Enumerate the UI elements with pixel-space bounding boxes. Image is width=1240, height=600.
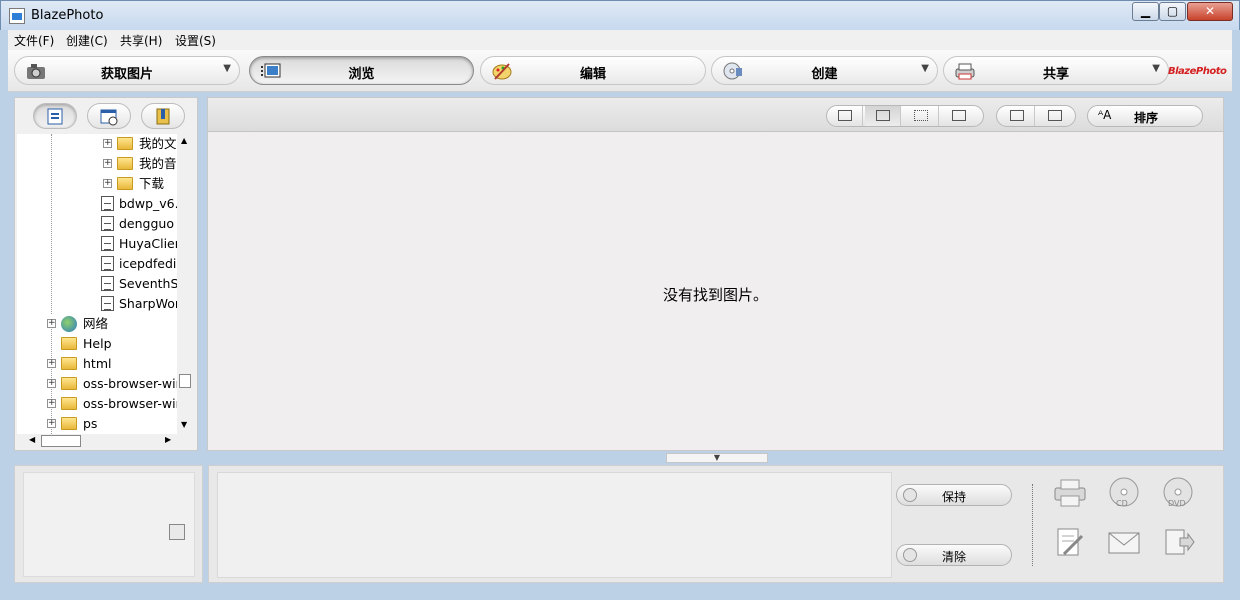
scroll-thumb[interactable]: [41, 435, 81, 447]
slideshow-group: [996, 105, 1076, 127]
edit-html-button[interactable]: [1052, 526, 1088, 560]
image-browser-panel: ᴬA 排序 没有找到图片。: [207, 97, 1224, 451]
empty-message: 没有找到图片。: [662, 286, 768, 304]
sort-button[interactable]: ᴬA 排序: [1087, 105, 1203, 127]
acquire-label: 获取图片: [100, 67, 153, 82]
cd-icon: CD: [1109, 477, 1139, 508]
slideshow-button[interactable]: [1037, 106, 1073, 126]
scroll-up-icon[interactable]: ▲: [181, 136, 187, 145]
scroll-thumb[interactable]: [179, 374, 191, 388]
share-button[interactable]: 共享 ▼: [943, 56, 1169, 85]
brand-logo: BlazePhoto: [1168, 66, 1227, 77]
tab-calendar[interactable]: [87, 103, 131, 129]
file-icon: [101, 276, 114, 291]
scroll-down-icon[interactable]: ▼: [181, 420, 187, 429]
divider: [1032, 484, 1033, 566]
network-icon: [61, 316, 77, 332]
printer-icon: [1054, 479, 1086, 507]
menu-bar: 文件(F) 创建(C) 共享(H) 设置(S): [8, 30, 1232, 50]
view-mode-group: [826, 105, 984, 127]
tab-bookmarks[interactable]: [141, 103, 185, 129]
view-small-thumbs-button[interactable]: [903, 106, 939, 126]
window-title: BlazePhoto: [31, 8, 104, 23]
clear-button[interactable]: 清除: [896, 544, 1012, 566]
burn-dvd-button[interactable]: DVD: [1160, 476, 1196, 510]
file-icon: [101, 236, 114, 251]
dvd-icon: DVD: [1163, 477, 1193, 508]
envelope-icon: [1108, 532, 1140, 554]
file-icon: [101, 216, 114, 231]
folder-icon: [61, 337, 77, 350]
slideshow-icon: [1048, 110, 1062, 121]
browse-button[interactable]: 浏览: [249, 56, 474, 85]
tree-horizontal-scrollbar[interactable]: ◀ ▶: [17, 434, 175, 449]
view-toolbar: ᴬA 排序: [208, 98, 1223, 132]
app-icon: [9, 8, 25, 24]
folders-icon: [47, 108, 63, 125]
filmstrip-button[interactable]: [999, 106, 1035, 126]
folder-icon: [117, 157, 133, 170]
main-toolbar: 获取图片 ▼ 浏览 编辑 创建 ▼ 共享 ▼: [8, 50, 1232, 92]
scroll-right-icon[interactable]: ▶: [165, 435, 171, 444]
image-tray-panel: 保持 清除 CD DVD: [208, 465, 1224, 583]
calendar-icon: [100, 109, 118, 126]
folder-icon: [61, 377, 77, 390]
edit-button[interactable]: 编辑: [480, 56, 706, 85]
folder-icon: [61, 357, 77, 370]
small-grid-icon: [914, 110, 928, 121]
folder-tree: + 我的文 + 我的音 + 下载 bdwp_v6. dengguo HuyaCl…: [17, 134, 177, 434]
minimize-button[interactable]: ▁: [1132, 2, 1159, 21]
share-label: 共享: [1042, 67, 1069, 82]
single-view-icon: [838, 110, 852, 121]
file-icon: [101, 296, 114, 311]
bookmark-icon: [156, 108, 170, 125]
svg-text:CD: CD: [1116, 499, 1128, 508]
chevron-down-icon: ▼: [1152, 63, 1160, 74]
create-label: 创建: [811, 67, 838, 82]
menu-settings[interactable]: 设置(S): [175, 32, 216, 49]
print-button[interactable]: [1052, 476, 1088, 510]
menu-create[interactable]: 创建(C): [66, 32, 108, 49]
large-grid-icon: [876, 110, 890, 121]
email-button[interactable]: [1106, 526, 1142, 560]
close-button[interactable]: ✕: [1187, 2, 1233, 21]
chevron-down-icon: ▼: [921, 63, 929, 74]
view-details-button[interactable]: [941, 106, 977, 126]
sort-az-icon: ᴬA: [1098, 108, 1112, 122]
sort-label: 排序: [1134, 111, 1159, 125]
folder-icon: [61, 417, 77, 430]
folder-icon: [61, 397, 77, 410]
acquire-button[interactable]: 获取图片 ▼: [14, 56, 240, 85]
panel-splitter[interactable]: ▼: [666, 453, 768, 463]
export-icon: [1165, 529, 1195, 555]
folder-icon: [117, 177, 133, 190]
preview-toggle-icon[interactable]: [169, 524, 185, 540]
svg-text:DVD: DVD: [1168, 499, 1186, 508]
view-single-button[interactable]: [827, 106, 863, 126]
folder-panel: + 我的文 + 我的音 + 下载 bdwp_v6. dengguo HuyaCl…: [14, 97, 198, 451]
scroll-left-icon[interactable]: ◀: [29, 435, 35, 444]
file-icon: [101, 256, 114, 271]
tab-folders[interactable]: [33, 103, 77, 129]
folder-icon: [117, 137, 133, 150]
file-icon: [101, 196, 114, 211]
preview-panel: [14, 465, 203, 583]
edit-label: 编辑: [579, 67, 606, 82]
filmstrip-icon: [1010, 110, 1024, 121]
burn-cd-button[interactable]: CD: [1106, 476, 1142, 510]
create-button[interactable]: 创建 ▼: [711, 56, 938, 85]
tree-vertical-scrollbar[interactable]: ▲ ▼: [177, 134, 194, 434]
html-edit-icon: [1057, 528, 1084, 556]
image-tray: [217, 472, 892, 578]
menu-share[interactable]: 共享(H): [120, 32, 162, 49]
menu-file[interactable]: 文件(F): [14, 32, 54, 49]
title-bar: BlazePhoto ▁ ▢ ✕: [0, 0, 1240, 30]
browse-label: 浏览: [348, 67, 375, 82]
keep-button[interactable]: 保持: [896, 484, 1012, 506]
export-button[interactable]: [1160, 526, 1196, 560]
maximize-button[interactable]: ▢: [1159, 2, 1186, 21]
chevron-down-icon: ▼: [223, 63, 231, 74]
details-icon: [952, 110, 966, 121]
view-large-thumbs-button[interactable]: [865, 106, 901, 126]
